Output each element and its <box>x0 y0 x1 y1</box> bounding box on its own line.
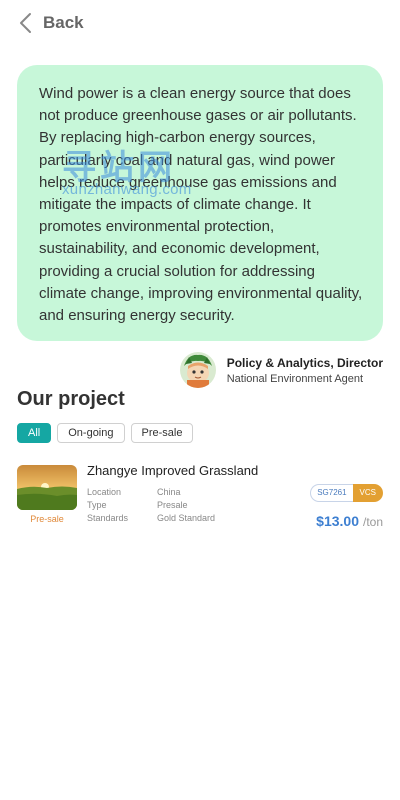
thumbnail-tag: Pre-sale <box>30 514 64 524</box>
standard-badge: VCS <box>352 484 383 502</box>
quote-card: Wind power is a clean energy source that… <box>17 65 383 341</box>
project-badges: SG7261 VCS <box>310 484 383 502</box>
chevron-left-icon <box>20 13 31 33</box>
meta-row: Type Presale <box>87 499 215 512</box>
filter-on-going[interactable]: On-going <box>57 423 125 443</box>
quote-text: Wind power is a clean energy source that… <box>39 85 363 325</box>
meta-key: Type <box>87 500 107 510</box>
back-label: Back <box>43 13 84 32</box>
project-card[interactable]: Pre-sale Zhangye Improved Grassland Loca… <box>17 463 383 533</box>
meta-value: Presale <box>157 500 188 510</box>
filter-all[interactable]: All <box>17 423 52 443</box>
project-id-badge: SG7261 <box>310 484 353 502</box>
filter-chips: All On-going Pre-sale <box>17 423 194 443</box>
project-meta: Location China Type Presale Standards Go… <box>87 486 215 525</box>
avatar <box>179 352 216 388</box>
meta-key: Location <box>87 487 122 497</box>
author-name: Policy & Analytics, Director <box>226 355 383 370</box>
author-block: Policy & Analytics, Director National En… <box>179 352 383 388</box>
top-bar: Back <box>0 0 400 46</box>
project-title: Zhangye Improved Grassland <box>87 463 259 478</box>
meta-value: China <box>157 487 181 497</box>
meta-row: Location China <box>87 486 215 499</box>
meta-key: Standards <box>87 513 129 523</box>
author-org: National Environment Agent <box>226 372 364 385</box>
project-thumbnail <box>17 465 77 510</box>
section-title: Our project <box>17 388 125 410</box>
price-block: $13.00 /ton <box>316 513 383 529</box>
price-unit: /ton <box>362 515 383 529</box>
meta-row: Standards Gold Standard <box>87 512 215 525</box>
meta-value: Gold Standard <box>157 513 216 523</box>
author-info: Policy & Analytics, Director National En… <box>227 356 383 385</box>
back-button[interactable]: Back <box>17 11 84 35</box>
filter-pre-sale[interactable]: Pre-sale <box>130 423 194 443</box>
price-value: $13.00 <box>316 513 359 529</box>
